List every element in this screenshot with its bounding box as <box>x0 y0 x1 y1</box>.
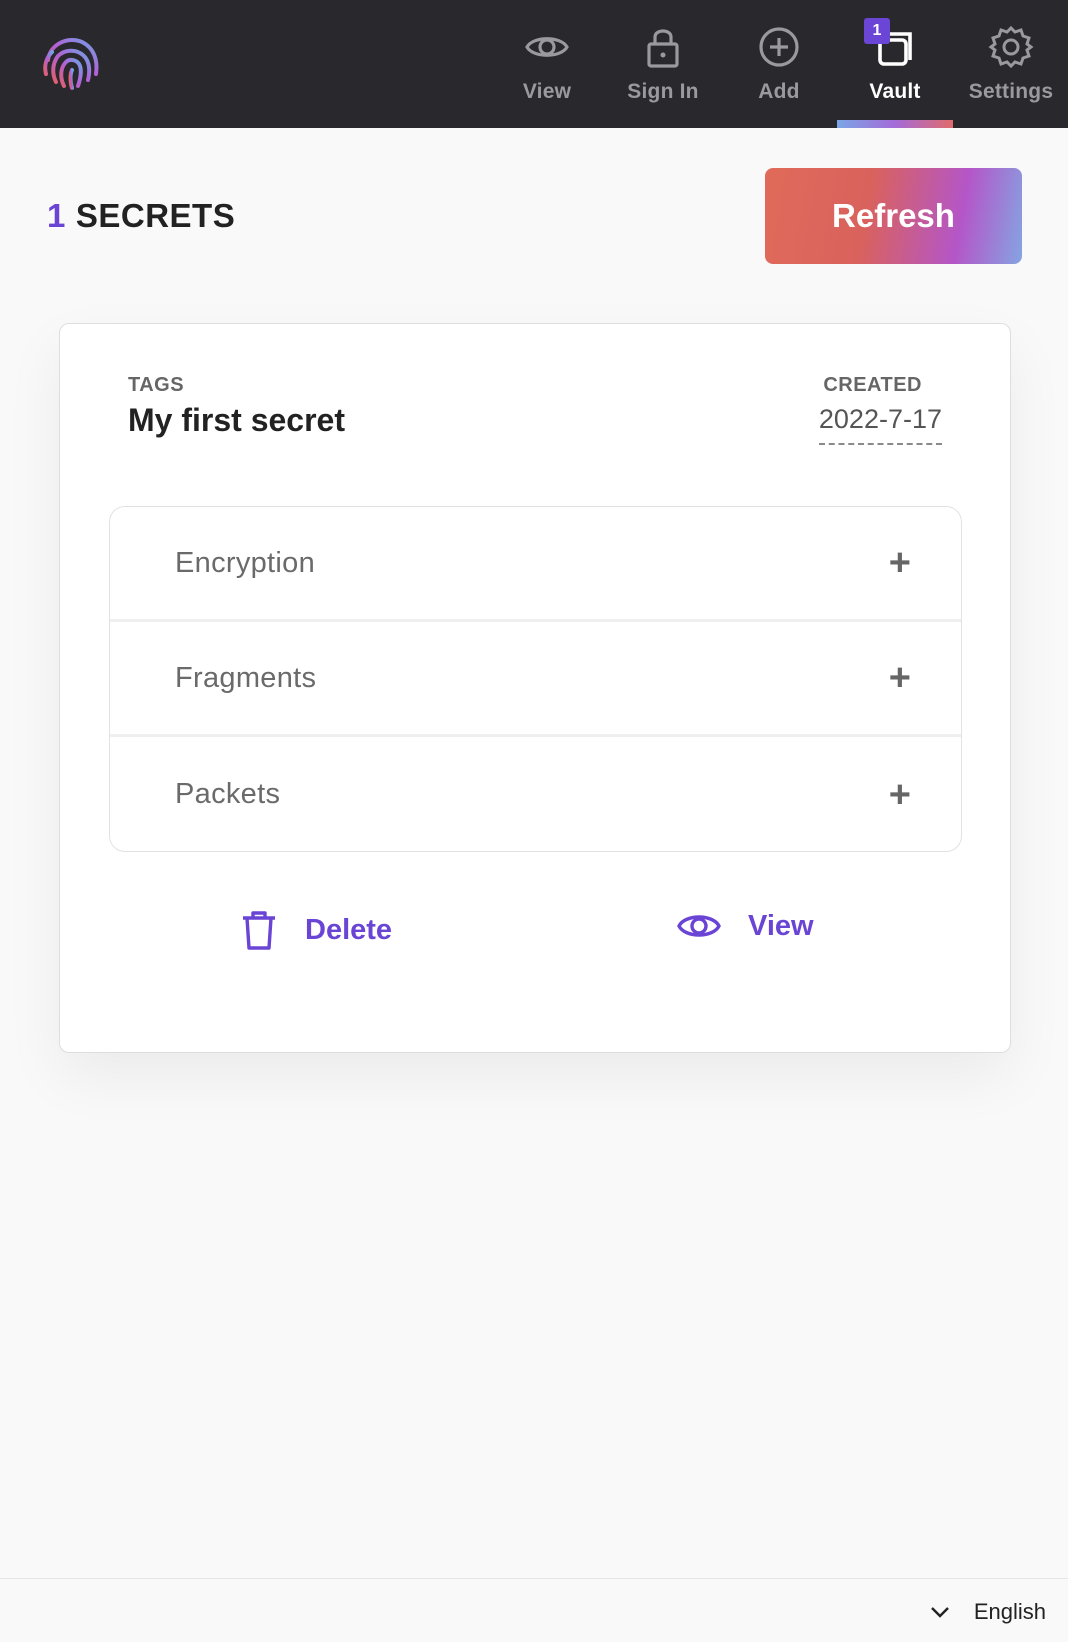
plus-icon: + <box>888 542 911 584</box>
eye-icon <box>524 24 570 70</box>
secret-details-accordion: Encryption + Fragments + Packets + <box>109 506 962 852</box>
view-secret-label: View <box>748 909 814 942</box>
nav-view-label: View <box>522 80 572 103</box>
gear-icon <box>988 24 1034 70</box>
plus-icon: + <box>888 657 911 699</box>
trash-icon <box>239 909 279 951</box>
nav-sign-in-label: Sign In <box>627 80 699 103</box>
secret-actions: Delete View <box>60 909 1012 969</box>
plus-circle-icon <box>756 24 802 70</box>
accordion-fragments-label: Fragments <box>175 661 317 694</box>
nav-add[interactable]: Add <box>721 0 837 128</box>
created-date[interactable]: 2022-7-17 <box>818 404 942 445</box>
language-select[interactable]: English <box>930 1599 1046 1625</box>
plus-icon: + <box>888 773 911 816</box>
nav-settings[interactable]: Settings <box>953 0 1068 128</box>
chevron-down-icon <box>930 1606 950 1618</box>
nav-sign-in[interactable]: Sign In <box>605 0 721 128</box>
tags-label: TAGS <box>128 374 185 396</box>
nav-vault[interactable]: 1 Vault <box>837 0 953 128</box>
delete-label: Delete <box>305 913 393 946</box>
nav-view[interactable]: View <box>489 0 605 128</box>
accordion-encryption-label: Encryption <box>175 546 316 579</box>
secret-card: TAGS My first secret CREATED 2022-7-17 E… <box>59 323 1011 1053</box>
vault-count-badge: 1 <box>864 18 890 44</box>
fingerprint-logo-icon[interactable] <box>38 30 106 98</box>
accordion-encryption[interactable]: Encryption + <box>110 507 961 622</box>
accordion-packets-label: Packets <box>175 778 281 810</box>
top-nav-bar: View Sign In Add 1 Vault Settings <box>0 0 1068 128</box>
created-label: CREATED <box>823 374 922 396</box>
lock-icon <box>640 24 686 70</box>
secrets-count: 1 <box>47 197 66 234</box>
page-title: 1 SECRETS <box>47 197 235 235</box>
language-label: English <box>973 1599 1046 1624</box>
footer: English <box>0 1578 1068 1642</box>
accordion-packets[interactable]: Packets + <box>110 737 961 851</box>
view-secret-button[interactable]: View <box>676 909 814 943</box>
refresh-button[interactable]: Refresh <box>765 168 1022 264</box>
nav-vault-label: Vault <box>869 80 921 103</box>
secrets-title: SECRETS <box>75 197 236 234</box>
tags-value: My first secret <box>128 402 345 438</box>
eye-icon <box>676 909 722 943</box>
accordion-fragments[interactable]: Fragments + <box>110 622 961 737</box>
nav-settings-label: Settings <box>968 80 1054 103</box>
delete-button[interactable]: Delete <box>239 909 392 951</box>
nav-add-label: Add <box>758 80 800 103</box>
